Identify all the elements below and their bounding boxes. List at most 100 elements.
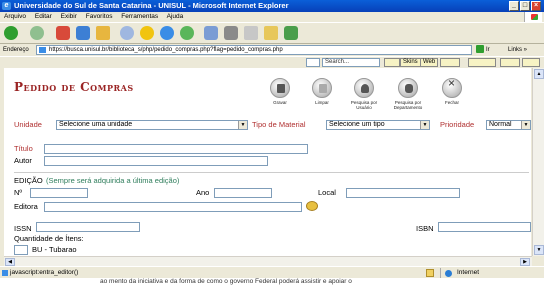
go-arrow-icon [476, 45, 484, 54]
go-button[interactable]: Ir [476, 45, 490, 55]
prioridade-select[interactable]: Normal ▼ [486, 120, 531, 130]
divider [14, 172, 529, 173]
page-status-icon [2, 270, 8, 276]
folder-icon[interactable] [264, 26, 278, 40]
page-title: Pedido de Compras [14, 80, 134, 94]
user-search-icon [354, 78, 374, 98]
print-icon[interactable] [224, 26, 238, 40]
issn-label: ISSN [14, 224, 32, 233]
edicao-note: (Sempre será adquirida a última edição) [46, 176, 180, 185]
editora-label: Editora [14, 202, 38, 211]
smiley-icon[interactable] [440, 58, 460, 67]
editora-input[interactable] [44, 202, 302, 212]
scroll-up-icon[interactable]: ▲ [534, 69, 544, 79]
menu-ferramentas[interactable]: Ferramentas [121, 13, 158, 20]
ano-input[interactable] [214, 188, 272, 198]
issn-input[interactable] [36, 222, 140, 232]
local-label: Local [318, 188, 336, 197]
autor-input[interactable] [44, 156, 268, 166]
autor-label: Autor [14, 156, 32, 165]
menu-ajuda[interactable]: Ajuda [167, 13, 184, 20]
titulo-input[interactable] [44, 144, 308, 154]
numero-label: Nº [14, 188, 23, 197]
history-icon[interactable] [180, 26, 194, 40]
stop-icon[interactable] [56, 26, 70, 40]
vertical-scrollbar[interactable]: ▲ ▼ [532, 68, 544, 256]
search-go-icon[interactable] [384, 58, 400, 67]
lock-icon [426, 269, 434, 277]
minimize-button[interactable]: _ [509, 1, 519, 11]
skins-button[interactable]: Skins [400, 58, 421, 67]
action-pesquisa-usuario[interactable]: Pesquisa por Usuário [344, 78, 384, 110]
address-url: https://busca.unisul.br/biblioteca_s/php… [49, 47, 283, 53]
menu-arquivo[interactable]: Arquivo [4, 13, 26, 20]
web-button[interactable]: Web [420, 58, 439, 67]
page-icon [39, 47, 46, 53]
chevron-down-icon: ▼ [238, 121, 247, 129]
menu-bar: Arquivo Editar Exibir Favoritos Ferramen… [0, 12, 544, 22]
quantidade-bu-input[interactable] [14, 245, 28, 255]
back-icon[interactable] [4, 26, 18, 40]
scroll-left-icon[interactable]: ◀ [5, 258, 15, 266]
toolbar-heart-icon[interactable] [500, 58, 520, 67]
action-gravar[interactable]: Gravar [260, 78, 300, 105]
action-pesquisa-departamento[interactable]: Pesquisa por Departamento [388, 78, 428, 110]
search-editora-icon[interactable] [306, 201, 318, 211]
title-bar: e Universidade do Sul de Santa Catarina … [0, 0, 544, 12]
toolbar-extra-icon[interactable] [468, 58, 496, 67]
security-zone: Internet [440, 268, 540, 278]
chevron-down-icon: ▼ [521, 121, 530, 129]
menu-exibir[interactable]: Exibir [61, 13, 77, 20]
eraser-icon [312, 78, 332, 98]
menu-editar[interactable]: Editar [35, 13, 52, 20]
scroll-right-icon[interactable]: ▶ [520, 258, 530, 266]
department-search-icon [398, 78, 418, 98]
links-button[interactable]: Links » [508, 44, 527, 56]
status-bar: javascript:entra_editor() Internet [0, 266, 544, 278]
toolbar-search-input[interactable]: Search... [322, 58, 380, 67]
close-window-button[interactable]: × [531, 1, 541, 11]
prioridade-label: Prioridade [440, 120, 475, 129]
address-bar: Endereço https://busca.unisul.br/bibliot… [0, 44, 544, 56]
page-content: Pedido de Compras Gravar Limpar Pesquisa… [4, 68, 531, 256]
unidade-select[interactable]: Selecione uma unidade ▼ [56, 120, 248, 130]
numero-input[interactable] [30, 188, 88, 198]
tipo-material-select[interactable]: Selecione um tipo ▼ [326, 120, 430, 130]
mail-small-icon[interactable] [306, 58, 320, 67]
forward-icon[interactable] [30, 26, 44, 40]
isbn-input[interactable] [438, 222, 531, 232]
tipo-material-label: Tipo de Material [252, 120, 306, 129]
search-toolbar: Search... Skins Web [0, 56, 544, 67]
windows-logo-icon [524, 12, 542, 22]
window-title: Universidade do Sul de Santa Catarina - … [14, 1, 289, 10]
chevron-down-icon: ▼ [420, 121, 429, 129]
mail-icon[interactable] [204, 26, 218, 40]
favorites-icon[interactable] [140, 26, 154, 40]
save-icon [270, 78, 290, 98]
isbn-label: ISBN [416, 224, 434, 233]
ano-label: Ano [196, 188, 210, 197]
edicao-heading: EDIÇÃO [14, 176, 43, 185]
messenger-icon[interactable] [284, 26, 298, 40]
horizontal-scrollbar[interactable]: ◀ ▶ [4, 256, 532, 266]
media-icon[interactable] [160, 26, 174, 40]
refresh-icon[interactable] [76, 26, 90, 40]
menu-favoritos[interactable]: Favoritos [86, 13, 113, 20]
search-icon[interactable] [120, 26, 134, 40]
local-input[interactable] [346, 188, 460, 198]
internet-zone-icon [445, 270, 452, 277]
close-icon: × [442, 77, 462, 98]
address-input[interactable]: https://busca.unisul.br/biblioteca_s/php… [36, 45, 472, 55]
ie-logo-icon: e [2, 2, 11, 10]
unidade-bu-label: BU - Tubarao [32, 245, 77, 254]
scroll-down-icon[interactable]: ▼ [534, 245, 544, 255]
titulo-label: Título [14, 144, 33, 153]
quantidade-label: Quantidade de Ítens: [14, 234, 84, 243]
home-icon[interactable] [96, 26, 110, 40]
browser-window: e Universidade do Sul de Santa Catarina … [0, 0, 544, 286]
maximize-button[interactable]: □ [520, 1, 530, 11]
action-limpar[interactable]: Limpar [302, 78, 342, 105]
toolbar-more-icon[interactable] [522, 58, 540, 67]
edit-icon[interactable] [244, 26, 258, 40]
action-fechar[interactable]: × Fechar [432, 77, 472, 105]
